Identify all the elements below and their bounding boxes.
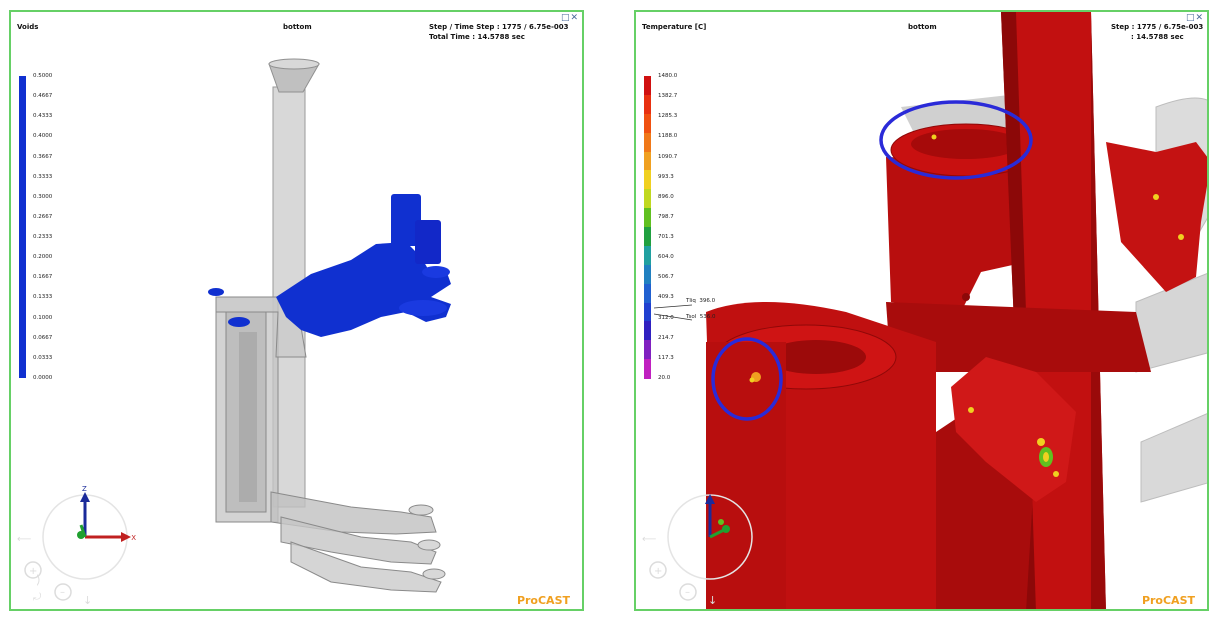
legend-color-segment xyxy=(644,321,651,341)
legend-color-segment xyxy=(644,264,651,285)
quantity-title: Temperature [C] xyxy=(642,23,707,31)
legend-color-segment xyxy=(644,227,651,247)
legend-tick-label: 0.2000 xyxy=(33,254,53,261)
legend-color-segment xyxy=(644,170,651,190)
nav-left-arrow-icon: ⟵ xyxy=(17,534,31,545)
legend-tick-label: 0.3333 xyxy=(33,173,53,180)
window-controls[interactable]: □✕ xyxy=(561,13,579,23)
legend-tick-label: 0.1333 xyxy=(33,294,53,301)
window-controls[interactable]: □✕ xyxy=(1186,13,1204,23)
legend-tick-label: 1382.7 xyxy=(658,93,678,100)
legend-color-segment xyxy=(644,76,651,96)
step-label: Step / Time xyxy=(429,23,474,31)
legend-color-segment xyxy=(644,245,651,266)
legend-color-segment xyxy=(644,113,651,134)
legend-tick-label: 117.3 xyxy=(658,354,674,361)
legend-tick-label: 1090.7 xyxy=(658,153,678,160)
legend-tick-label: 0.2667 xyxy=(33,213,53,220)
view-navigation[interactable]: ⟵ + – ↓ xyxy=(640,528,730,610)
legend-tick-label: 0.0667 xyxy=(33,334,53,341)
svg-text:+: + xyxy=(654,566,662,577)
legend-tick-label: 0.4000 xyxy=(33,133,53,140)
legend-color-segment xyxy=(644,132,651,152)
total-label: Total Time xyxy=(429,33,470,41)
step-value: Step : 1775 / 6.75e-003 xyxy=(476,23,569,31)
legend-tick-label: 1480.0 xyxy=(658,73,678,79)
quantity-title: Voids xyxy=(17,23,39,31)
legend-tick-label: 20.0 xyxy=(658,375,671,381)
legend-tick-label: 0.2333 xyxy=(33,234,53,241)
svg-text:–: – xyxy=(685,587,690,598)
legend-color-bar xyxy=(19,76,26,378)
legend-tick-label: 0.3667 xyxy=(33,153,53,160)
procast-logo: ProCAST xyxy=(1141,594,1195,607)
rotate-icon: ⤾ xyxy=(33,592,42,603)
view-label: bottom xyxy=(908,23,937,31)
legend-tick-label: 0.4667 xyxy=(33,93,53,100)
legend-tick-label: 701.3 xyxy=(658,234,674,241)
legend-color-segment xyxy=(644,151,651,171)
legend-color-segment xyxy=(644,189,651,209)
voids-viewport[interactable]: Voids bottom Step / Time Step : 1775 / 6… xyxy=(9,10,584,611)
legend-tick-label: 409.3 xyxy=(658,294,674,301)
legend-tick-label: 1188.0 xyxy=(658,133,678,140)
legend-tick-label: 604.0 xyxy=(658,254,674,261)
temperature-viewport[interactable]: Temperature [C] bottom Step : 1775 / 6.7… xyxy=(634,10,1209,611)
total-value: : 14.5788 sec xyxy=(1131,33,1184,41)
legend-tick-label: 0.0000 xyxy=(33,375,53,381)
legend-tick-label: 0.3000 xyxy=(33,193,53,200)
legend-tick-label: 1285.3 xyxy=(658,113,678,120)
legend-tick-label: 0.0333 xyxy=(33,354,53,361)
legend-tick-label: 0.4333 xyxy=(33,113,53,120)
axis-z-label: Z xyxy=(82,485,87,493)
step-info: Step : 1775 / 6.75e-003 : 14.5788 sec xyxy=(1111,22,1203,42)
legend-color-segment xyxy=(644,340,651,360)
legend-tick-label: 993.3 xyxy=(658,173,674,180)
step-value: Step : 1775 / 6.75e-003 xyxy=(1111,23,1204,31)
total-value: : 14.5788 sec xyxy=(472,33,525,41)
legend-color-segment xyxy=(644,302,651,322)
procast-logo: ProCAST xyxy=(516,594,570,607)
probe-leader-lines xyxy=(654,304,693,321)
legend-color-segment xyxy=(644,283,651,303)
legend-tick-label: 896.0 xyxy=(658,193,674,200)
step-info: Step / Time Step : 1775 / 6.75e-003 Tota… xyxy=(429,22,569,42)
nav-down-arrow-icon: ↓ xyxy=(83,594,92,607)
nav-left-arrow-icon: ⟵ xyxy=(642,534,656,545)
view-label: bottom xyxy=(283,23,312,31)
view-navigation[interactable]: ⟵ + – ↓ ⤾ xyxy=(15,528,105,610)
svg-text:–: – xyxy=(60,587,65,598)
legend-tick-label: 214.7 xyxy=(658,334,674,341)
legend-tick-label: 0.1667 xyxy=(33,274,53,281)
legend-tick-label: 798.7 xyxy=(658,213,674,220)
svg-text:+: + xyxy=(29,566,37,577)
legend-tick-label: 506.7 xyxy=(658,274,674,281)
legend-color-segment xyxy=(644,208,651,228)
legend-tick-label: 0.5000 xyxy=(33,73,53,79)
axis-x-label: X xyxy=(131,534,136,542)
legend-tick-label: 0.1000 xyxy=(33,314,53,321)
legend-color-segment xyxy=(644,359,651,379)
legend-color-segment xyxy=(644,94,651,115)
nav-down-arrow-icon: ↓ xyxy=(708,594,717,607)
